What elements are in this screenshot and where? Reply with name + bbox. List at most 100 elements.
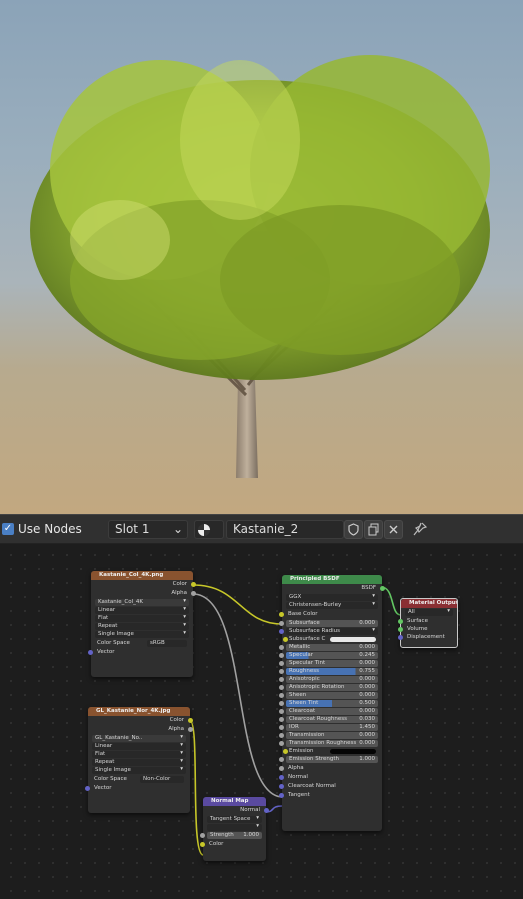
slot-label: Slot 1 xyxy=(115,522,150,536)
input-normal: Normal xyxy=(279,773,382,782)
extension-dropdown[interactable]: Repeat xyxy=(95,622,189,630)
socket[interactable] xyxy=(264,808,269,813)
output-alpha: Alpha xyxy=(91,589,196,598)
bsdf-field-12[interactable]: Clearcoat Roughness 0.030 xyxy=(279,716,378,723)
interpolation-dropdown[interactable]: Linear xyxy=(95,606,189,614)
input-tangent: Tangent xyxy=(279,791,382,800)
bsdf-field-3[interactable]: Metallic 0.000 xyxy=(279,644,378,651)
target-dropdown[interactable]: All xyxy=(405,608,453,616)
input-clearcoat-normal: Clearcoat Normal xyxy=(279,782,382,791)
strength-field[interactable]: Strength 1.000 xyxy=(200,832,262,839)
uv-map-field[interactable] xyxy=(207,823,262,831)
projection-dropdown[interactable]: Flat xyxy=(95,614,189,622)
bsdf-field-0[interactable]: Subsurface 0.000 xyxy=(279,620,378,627)
socket[interactable] xyxy=(279,766,284,771)
node-title: Material Output xyxy=(401,599,457,608)
color-space-dropdown[interactable]: Non-Color xyxy=(140,776,184,783)
output-color: Color xyxy=(91,580,196,589)
color-space-dropdown[interactable]: sRGB xyxy=(147,640,187,647)
source-dropdown[interactable]: Single Image xyxy=(92,766,186,774)
use-nodes-checkbox[interactable]: ✓ xyxy=(2,523,14,535)
bsdf-field-14[interactable]: Transmission 0.000 xyxy=(279,732,378,739)
space-dropdown[interactable]: Tangent Space xyxy=(207,815,262,823)
socket[interactable] xyxy=(85,786,90,791)
image-texture-node-normal[interactable]: GL_Kastanie_Nor_4K.jpg Color Alpha GL_Ka… xyxy=(85,707,193,813)
pin-icon xyxy=(413,522,428,536)
use-nodes-label: Use Nodes xyxy=(18,522,82,536)
input-vector: Vector xyxy=(88,648,193,657)
socket[interactable] xyxy=(398,635,403,640)
node-editor-canvas[interactable]: Kastanie_Col_4K.png Color Alpha Kastanie… xyxy=(0,544,523,899)
fake-user-button[interactable] xyxy=(344,520,363,539)
bsdf-field-1[interactable]: Subsurface Radius xyxy=(279,627,378,635)
interpolation-dropdown[interactable]: Linear xyxy=(92,742,186,750)
bsdf-field-2[interactable]: Subsurface C xyxy=(283,636,378,643)
bsdf-field-5[interactable]: Specular Tint 0.000 xyxy=(279,660,378,667)
socket[interactable] xyxy=(200,842,205,847)
socket[interactable] xyxy=(398,619,403,624)
material-sphere-icon xyxy=(198,523,210,536)
bsdf-field-7[interactable]: Anisotropic 0.000 xyxy=(279,676,378,683)
bsdf-field-16[interactable]: Emission xyxy=(283,748,378,755)
subsurface-method-dropdown[interactable]: Christensen-Burley xyxy=(286,601,378,609)
input-displacement: Displacement xyxy=(398,633,457,641)
3d-viewport[interactable] xyxy=(0,0,523,514)
output-color: Color xyxy=(88,716,193,725)
unlink-material-button[interactable] xyxy=(384,520,403,539)
socket[interactable] xyxy=(279,612,284,617)
pin-button[interactable] xyxy=(410,520,430,539)
projection-dropdown[interactable]: Flat xyxy=(92,750,186,758)
node-title: GL_Kastanie_Nor_4K.jpg xyxy=(88,707,190,716)
color-space-row: Color Space Non-Color xyxy=(88,775,190,784)
input-color: Color xyxy=(200,840,266,849)
image-selector[interactable]: Kastanie_Col_4K xyxy=(95,598,189,606)
image-selector[interactable]: GL_Kastanie_No.. xyxy=(92,734,186,742)
input-base-color: Base Color xyxy=(279,610,382,619)
input-surface: Surface xyxy=(398,617,457,625)
bsdf-field-11[interactable]: Clearcoat 0.000 xyxy=(279,708,378,715)
chevron-down-icon: ⌄ xyxy=(172,522,183,536)
socket[interactable] xyxy=(279,793,284,798)
distribution-dropdown[interactable]: GGX xyxy=(286,593,378,601)
node-title: Principled BSDF xyxy=(282,575,382,584)
bsdf-field-4[interactable]: Specular 0.245 xyxy=(279,652,378,659)
input-alpha: Alpha xyxy=(279,764,382,773)
tree-render xyxy=(30,55,490,478)
bsdf-field-17[interactable]: Emission Strength 1.000 xyxy=(279,756,378,763)
bsdf-field-10[interactable]: Sheen Tint 0.500 xyxy=(279,700,378,707)
socket[interactable] xyxy=(191,591,196,596)
normal-map-node[interactable]: Normal Map Normal Tangent Space Strength… xyxy=(200,797,269,861)
link-color-basecolor xyxy=(192,584,283,625)
material-name-field[interactable]: Kastanie_2 xyxy=(226,520,344,539)
principled-bsdf-node[interactable]: Principled BSDF BSDF GGX Christensen-Bur… xyxy=(279,575,385,831)
bsdf-field-13[interactable]: IOR 1.450 xyxy=(279,724,378,731)
copy-icon xyxy=(368,523,379,536)
source-dropdown[interactable]: Single Image xyxy=(95,630,189,638)
color-space-row: Color Space sRGB xyxy=(91,639,193,648)
extension-dropdown[interactable]: Repeat xyxy=(92,758,186,766)
output-bsdf: BSDF xyxy=(282,584,385,593)
socket[interactable] xyxy=(191,582,196,587)
material-name: Kastanie_2 xyxy=(233,522,299,536)
socket[interactable] xyxy=(380,586,385,591)
output-normal: Normal xyxy=(203,806,269,815)
material-output-node[interactable]: Material Output All Surface Volume Displ… xyxy=(398,598,458,648)
node-title: Normal Map xyxy=(203,797,266,806)
socket[interactable] xyxy=(398,627,403,632)
bsdf-field-15[interactable]: Transmission Roughness 0.000 xyxy=(279,740,378,747)
image-texture-node-color[interactable]: Kastanie_Col_4K.png Color Alpha Kastanie… xyxy=(88,571,196,677)
close-icon xyxy=(389,525,398,534)
socket[interactable] xyxy=(279,775,284,780)
link-alpha-alpha xyxy=(192,593,283,798)
link-bsdf-surface xyxy=(380,586,402,616)
bsdf-field-8[interactable]: Anisotropic Rotation 0.000 xyxy=(279,684,378,691)
bsdf-field-6[interactable]: Roughness 0.755 xyxy=(279,668,378,675)
socket[interactable] xyxy=(88,650,93,655)
socket[interactable] xyxy=(188,718,193,723)
material-browse-button[interactable]: ⌄ xyxy=(194,520,224,553)
socket[interactable] xyxy=(279,784,284,789)
duplicate-material-button[interactable] xyxy=(364,520,383,539)
slot-dropdown[interactable]: Slot 1 ⌄ xyxy=(108,520,188,539)
socket[interactable] xyxy=(188,727,193,732)
bsdf-field-9[interactable]: Sheen 0.000 xyxy=(279,692,378,699)
